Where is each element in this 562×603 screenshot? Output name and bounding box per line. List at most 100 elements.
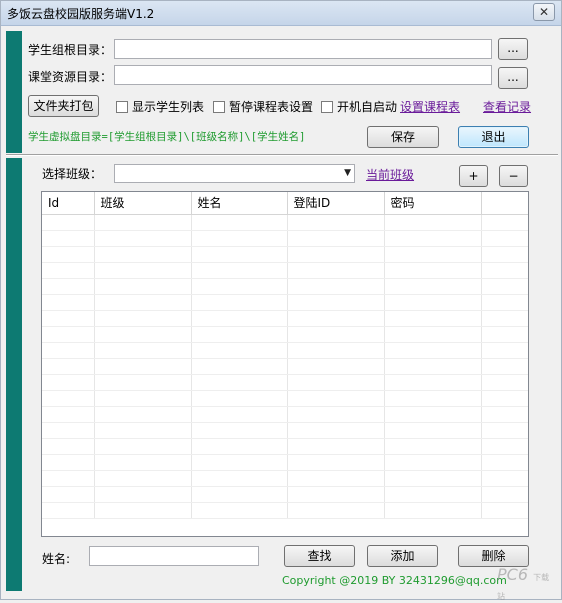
table-cell [287,310,385,327]
table-row[interactable] [42,454,528,471]
current-class-link[interactable]: 当前班级 [366,166,414,183]
column-header-id[interactable]: Id [42,192,95,215]
table-cell [191,438,288,455]
table-cell [94,406,192,423]
table-row[interactable] [42,278,528,295]
table-row[interactable] [42,406,528,423]
table-cell [481,486,528,503]
table-cell [191,390,288,407]
table-cell [94,278,192,295]
autostart-checkbox[interactable]: 开机自启动 [321,98,397,115]
table-row[interactable] [42,438,528,455]
table-row[interactable] [42,390,528,407]
student-table[interactable]: Id 班级 姓名 登陆ID 密码 [41,191,529,537]
table-cell [384,374,482,391]
pause-schedule-checkbox[interactable]: 暂停课程表设置 [213,98,313,115]
table-cell [191,294,288,311]
table-cell [42,374,95,391]
class-resource-input[interactable] [114,65,492,85]
table-cell [287,230,385,247]
checkbox-box[interactable] [116,101,128,113]
autostart-label: 开机自启动 [337,100,398,114]
table-row[interactable] [42,310,528,327]
exit-button[interactable]: 退出 [458,126,529,148]
class-select[interactable]: ▼ [114,164,355,183]
table-row[interactable] [42,246,528,263]
path-note: 学生虚拟盘目录=[学生组根目录]\[班级名称]\[学生姓名] [28,131,306,143]
table-cell [191,454,288,471]
table-row[interactable] [42,230,528,247]
watermark-text: PC6 [497,565,528,584]
table-cell [191,230,288,247]
table-cell [287,470,385,487]
checkbox-box[interactable] [321,101,333,113]
table-cell [384,390,482,407]
table-cell [94,230,192,247]
student-root-browse-button[interactable]: ... [498,38,528,60]
column-header-class[interactable]: 班级 [94,192,192,215]
add-student-button[interactable]: 添加 [367,545,438,567]
table-cell [94,422,192,439]
set-schedule-link[interactable]: 设置课程表 [400,98,460,115]
table-cell [287,358,385,375]
table-cell [287,390,385,407]
app-window: 多饭云盘校园版服务端V1.2 ✕ 学生组根目录： ... 课堂资源目录： ...… [0,0,562,601]
table-cell [287,278,385,295]
table-cell [481,310,528,327]
table-cell [191,310,288,327]
section-divider [6,154,558,156]
show-students-checkbox[interactable]: 显示学生列表 [116,98,204,115]
table-cell [94,262,192,279]
name-input[interactable] [89,546,259,566]
table-cell [481,374,528,391]
table-cell [287,342,385,359]
save-button[interactable]: 保存 [367,126,439,148]
table-cell [384,502,482,519]
pack-folder-button[interactable]: 文件夹打包 [28,95,99,117]
table-row[interactable] [42,358,528,375]
table-cell [287,294,385,311]
table-cell [191,246,288,263]
checkbox-box[interactable] [213,101,225,113]
table-row[interactable] [42,214,528,231]
pause-schedule-label: 暂停课程表设置 [229,100,314,114]
column-header-login-id[interactable]: 登陆ID [287,192,385,215]
student-root-input[interactable] [114,39,492,59]
table-cell [384,214,482,231]
table-row[interactable] [42,262,528,279]
table-cell [94,326,192,343]
table-cell [384,406,482,423]
search-button[interactable]: 查找 [284,545,355,567]
table-row[interactable] [42,342,528,359]
table-row[interactable] [42,326,528,343]
table-cell [191,342,288,359]
table-cell [94,454,192,471]
sidebar-accent-top [6,31,22,153]
column-header-name[interactable]: 姓名 [191,192,288,215]
class-resource-browse-button[interactable]: ... [498,67,528,89]
table-row[interactable] [42,502,528,519]
chevron-down-icon[interactable]: ▼ [344,168,351,178]
column-header-password[interactable]: 密码 [384,192,482,215]
table-cell [94,246,192,263]
view-records-link[interactable]: 查看记录 [483,98,531,115]
add-class-button[interactable]: + [459,165,488,187]
table-row[interactable] [42,294,528,311]
table-cell [287,374,385,391]
close-button[interactable]: ✕ [533,3,555,21]
select-class-label: 选择班级： [42,167,103,181]
table-cell [94,390,192,407]
table-cell [384,230,482,247]
table-row[interactable] [42,470,528,487]
remove-class-button[interactable]: − [499,165,528,187]
table-row[interactable] [42,374,528,391]
table-cell [481,470,528,487]
table-cell [42,438,95,455]
table-row[interactable] [42,422,528,439]
table-row[interactable] [42,486,528,503]
table-cell [384,454,482,471]
table-cell [94,214,192,231]
table-cell [42,294,95,311]
delete-button[interactable]: 删除 [458,545,529,567]
show-students-label: 显示学生列表 [132,100,205,114]
